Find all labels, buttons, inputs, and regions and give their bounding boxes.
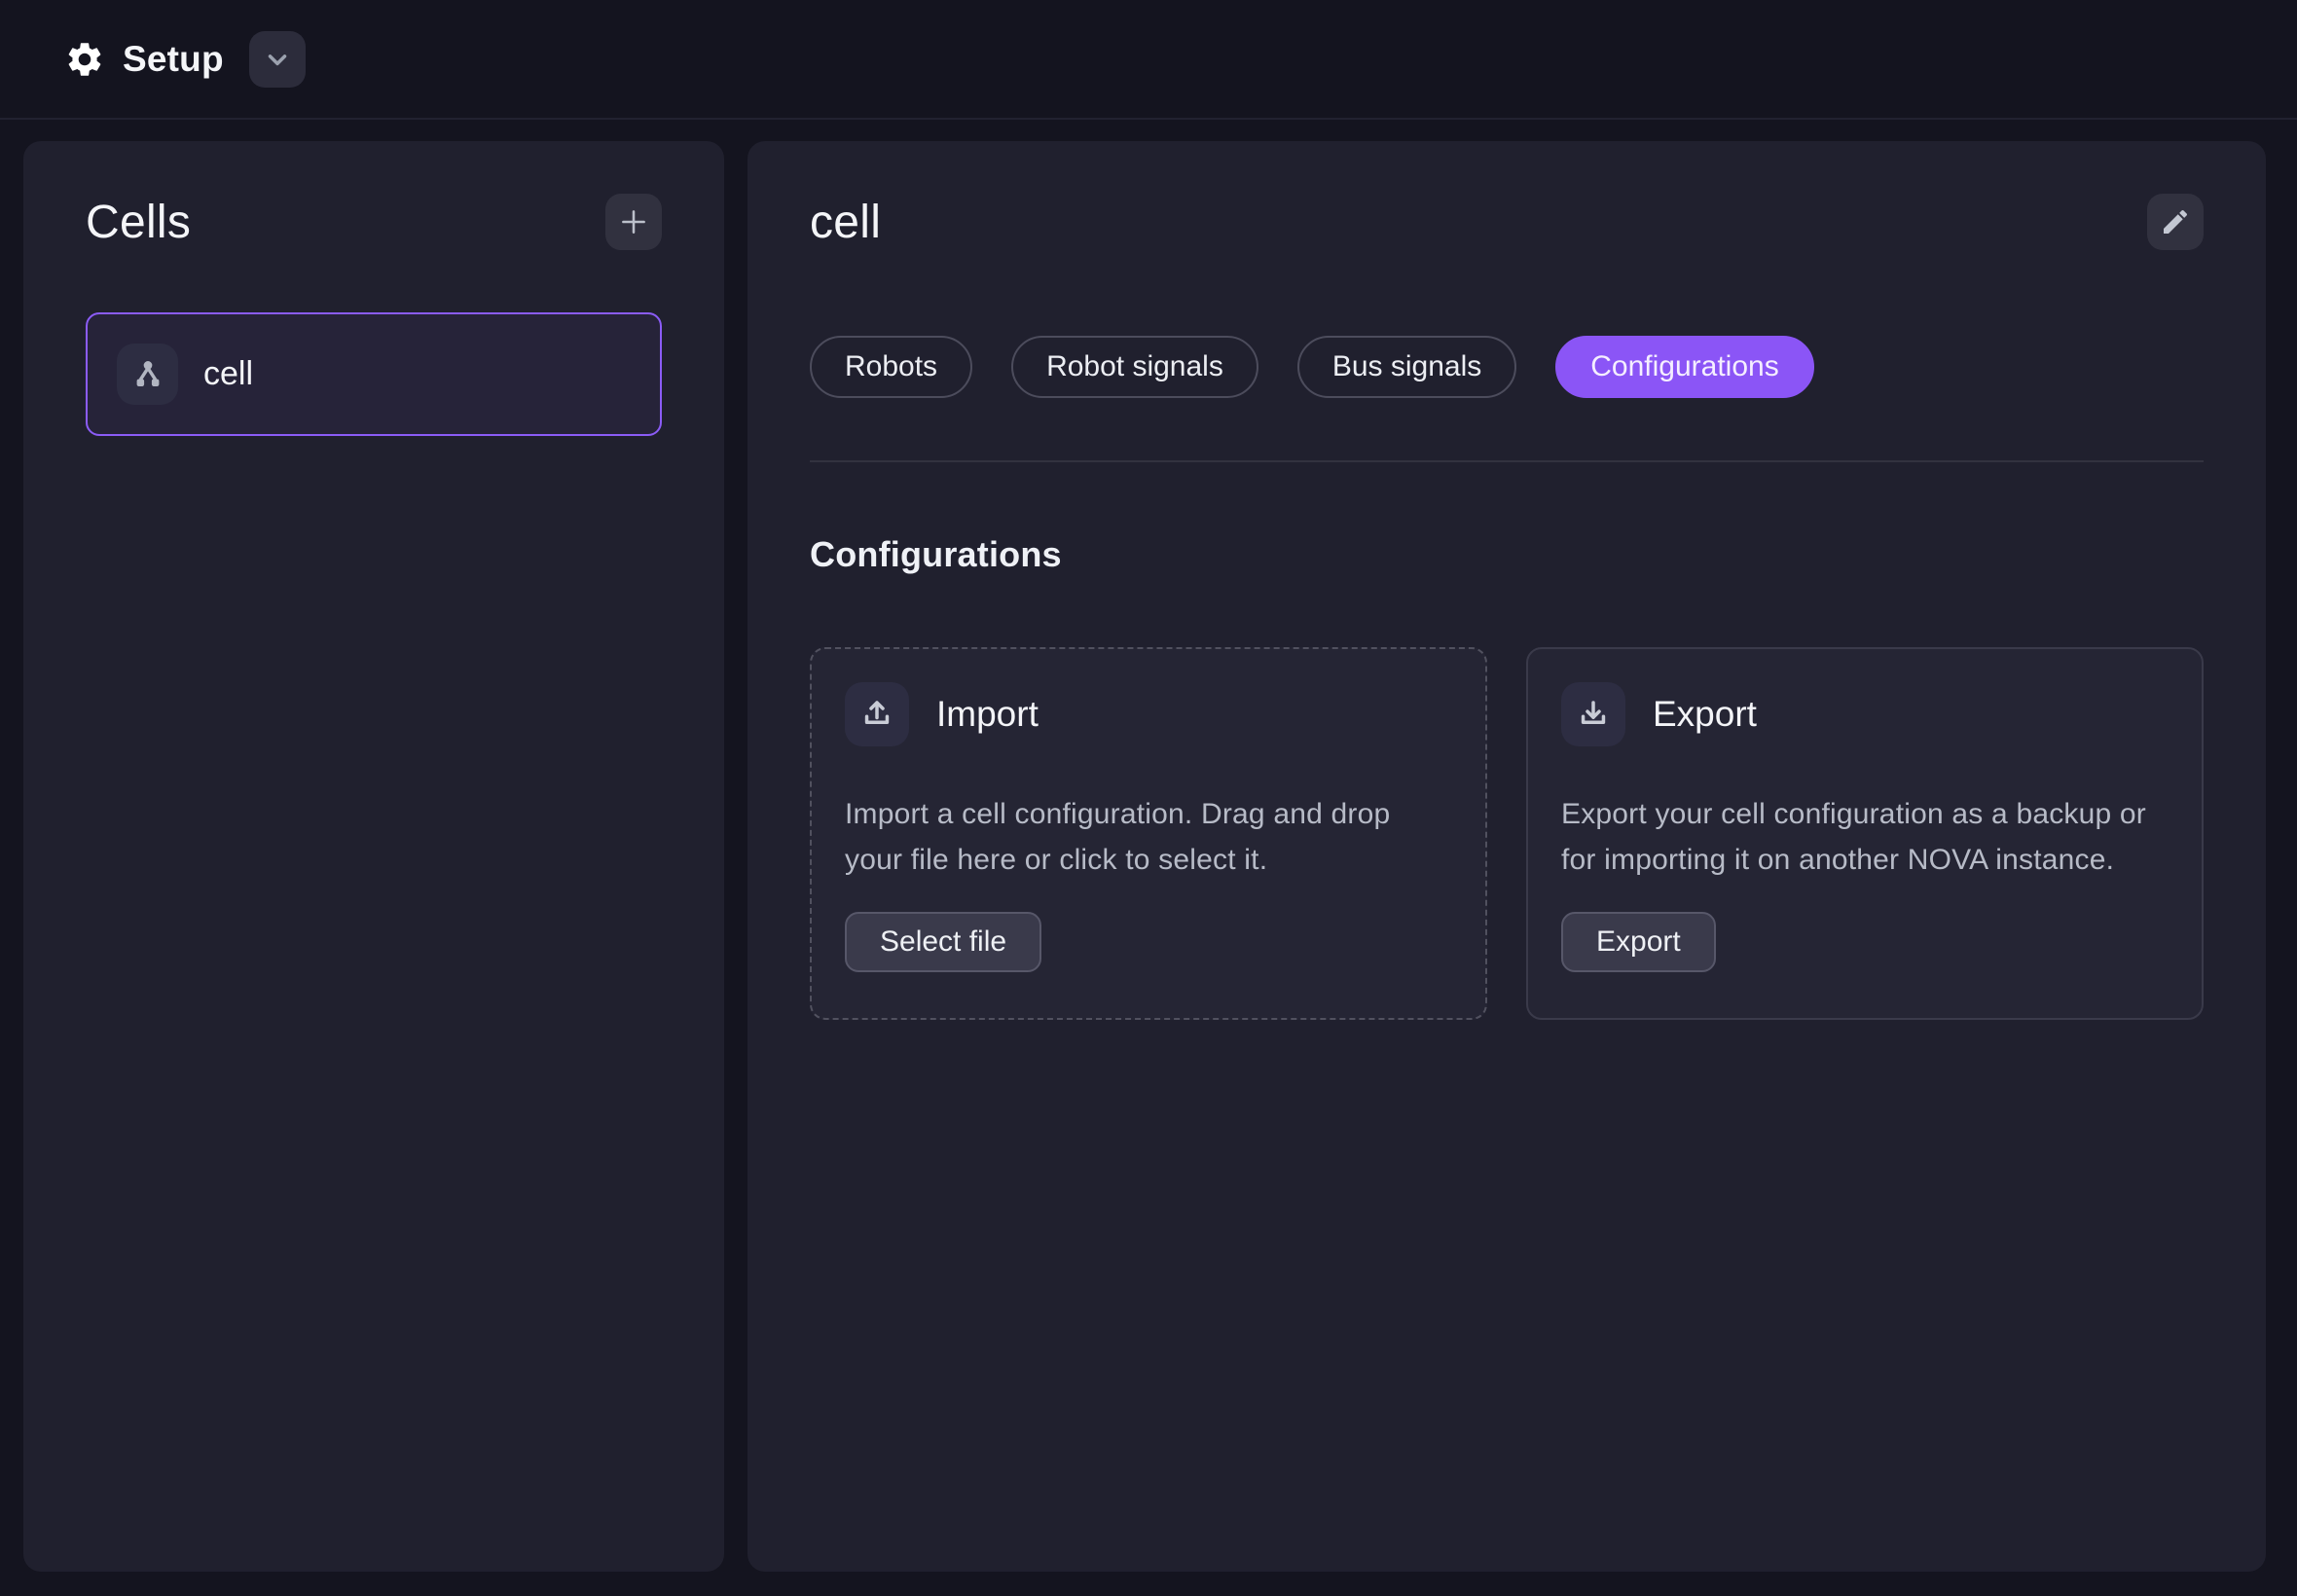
configuration-cards: Import Import a cell configuration. Drag… <box>810 647 2204 1020</box>
edit-cell-button[interactable] <box>2147 194 2204 250</box>
configurations-section-title: Configurations <box>810 534 2204 575</box>
gear-icon <box>64 39 105 80</box>
cells-panel-title: Cells <box>86 196 191 249</box>
add-cell-button[interactable] <box>605 194 662 250</box>
tab-configurations[interactable]: Configurations <box>1555 336 1813 398</box>
upload-icon <box>845 682 909 746</box>
tabs-divider <box>810 460 2204 462</box>
tab-robots[interactable]: Robots <box>810 336 972 398</box>
export-card-title: Export <box>1653 694 1757 735</box>
import-card-description: Import a cell configuration. Drag and dr… <box>845 791 1452 883</box>
select-file-button[interactable]: Select file <box>845 912 1041 972</box>
top-bar: Setup <box>0 0 2297 120</box>
export-card: Export Export your cell configuration as… <box>1526 647 2204 1020</box>
cell-list: cell <box>86 312 662 436</box>
cell-item-label: cell <box>203 355 253 393</box>
tab-robot-signals[interactable]: Robot signals <box>1011 336 1258 398</box>
cell-detail-tabs: Robots Robot signals Bus signals Configu… <box>810 336 2204 398</box>
import-card-title: Import <box>936 694 1039 735</box>
import-dropzone-card[interactable]: Import Import a cell configuration. Drag… <box>810 647 1487 1020</box>
download-icon <box>1561 682 1625 746</box>
chevron-down-icon <box>263 45 292 74</box>
tab-bus-signals[interactable]: Bus signals <box>1297 336 1516 398</box>
pencil-icon <box>2160 206 2191 237</box>
cell-network-icon <box>117 344 178 405</box>
export-button[interactable]: Export <box>1561 912 1716 972</box>
cells-panel: Cells cell <box>23 141 724 1572</box>
cell-list-item[interactable]: cell <box>86 312 662 436</box>
cell-detail-title: cell <box>810 196 881 249</box>
app-title: Setup <box>123 39 224 80</box>
setup-menu-button[interactable] <box>249 31 306 88</box>
plus-icon <box>617 205 650 238</box>
content-area: Cells cell <box>0 120 2297 1596</box>
export-card-description: Export your cell configuration as a back… <box>1561 791 2169 883</box>
cell-detail-panel: cell Robots Robot signals Bus signals Co… <box>747 141 2266 1572</box>
